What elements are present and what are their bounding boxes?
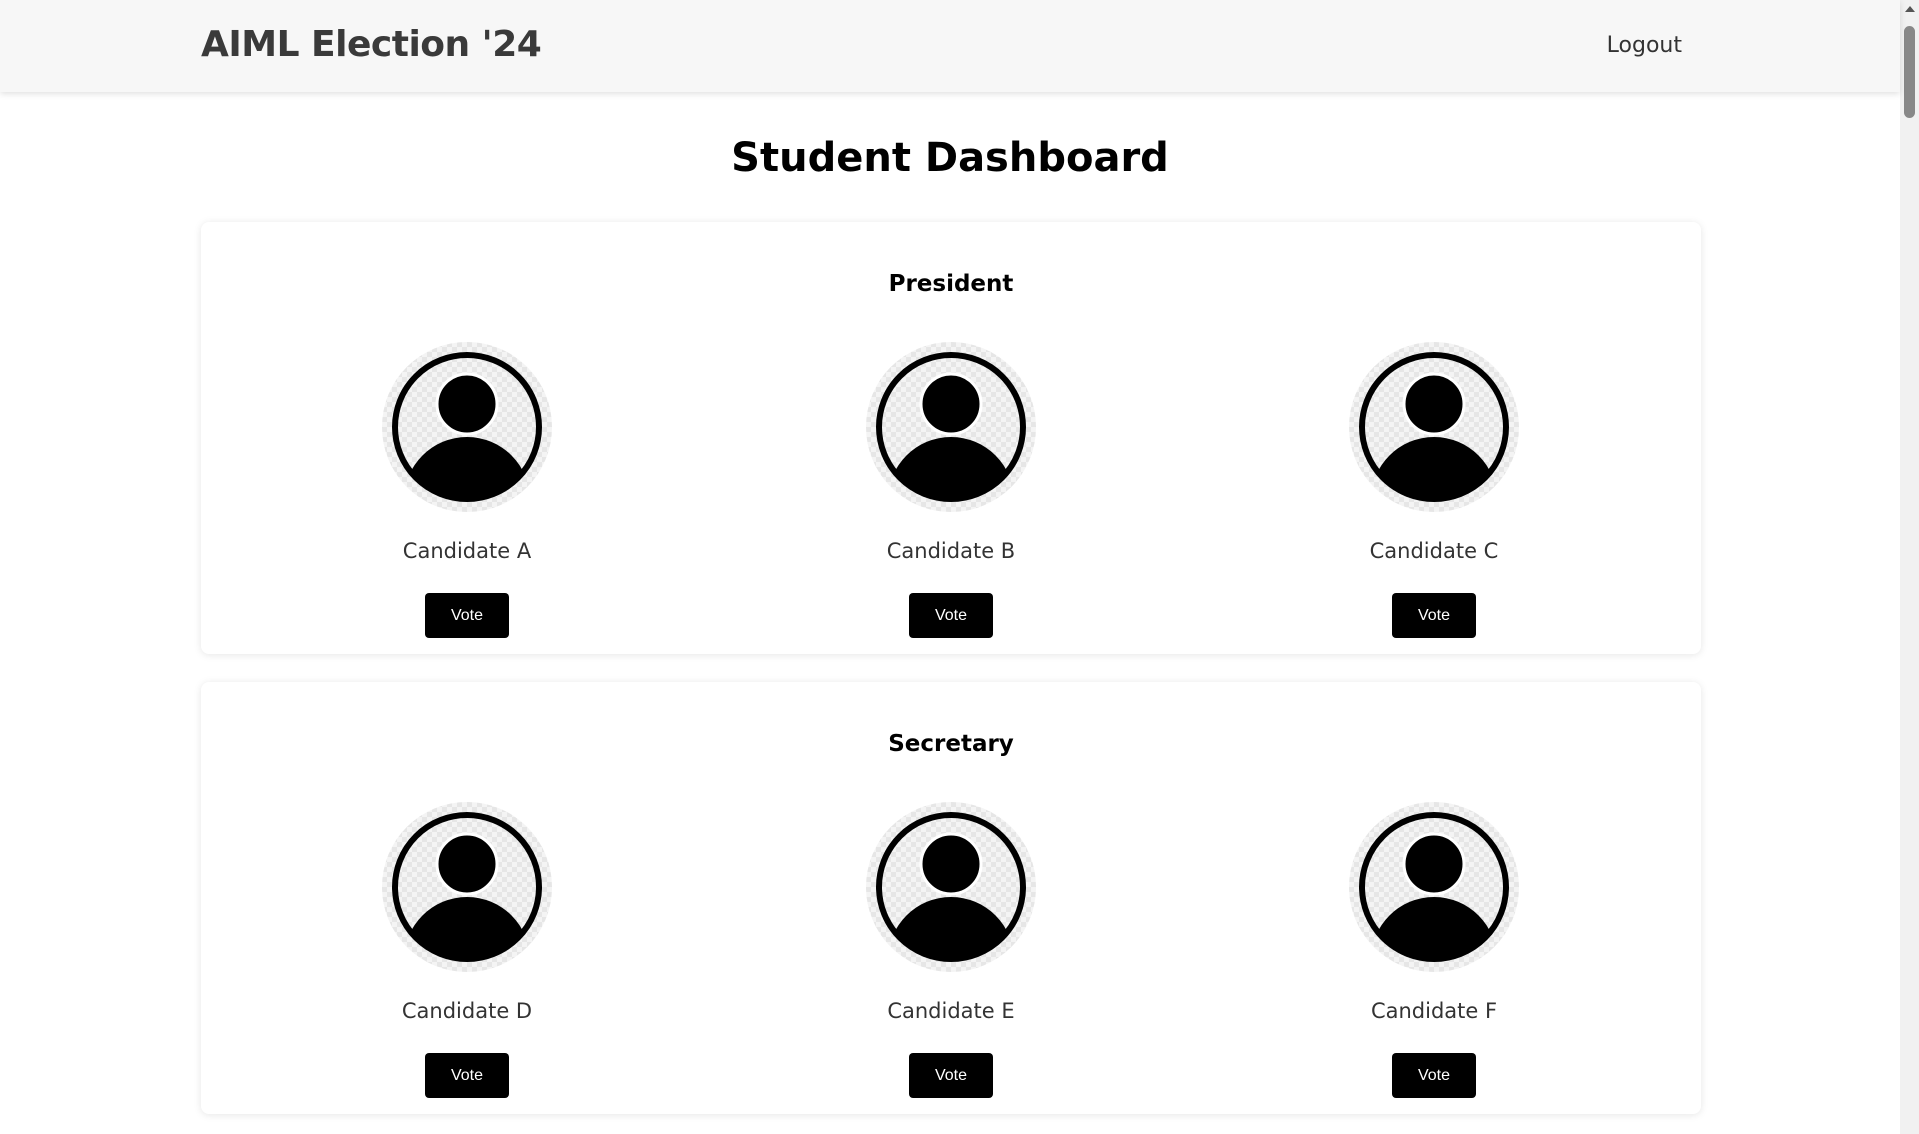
- candidate-card: Candidate A Vote: [317, 342, 617, 642]
- navbar: AIML Election '24 Logout: [0, 0, 1900, 92]
- candidate-name: Candidate B: [886, 539, 1016, 563]
- vote-button[interactable]: Vote: [909, 593, 993, 638]
- vote-button[interactable]: Vote: [1392, 593, 1476, 638]
- scrollbar-thumb[interactable]: [1904, 26, 1915, 118]
- user-avatar-icon: [1359, 812, 1509, 962]
- candidate-name: Candidate E: [887, 999, 1015, 1023]
- candidate-name: Candidate D: [401, 999, 533, 1023]
- vote-button[interactable]: Vote: [425, 1053, 509, 1098]
- user-avatar-icon: [876, 812, 1026, 962]
- brand-title[interactable]: AIML Election '24: [201, 24, 542, 65]
- section-president: President Candidate A Vote Candidate B V…: [201, 222, 1701, 654]
- candidate-card: Candidate E Vote: [801, 802, 1101, 1102]
- user-avatar-icon: [1359, 352, 1509, 502]
- scroll-up-arrow-icon[interactable]: [1905, 6, 1915, 12]
- avatar: [1349, 342, 1519, 512]
- vertical-scrollbar[interactable]: [1900, 0, 1919, 1134]
- candidate-card: Candidate D Vote: [317, 802, 617, 1102]
- avatar: [382, 802, 552, 972]
- user-avatar-icon: [392, 812, 542, 962]
- candidate-name: Candidate C: [1369, 539, 1499, 563]
- avatar: [866, 342, 1036, 512]
- user-avatar-icon: [392, 352, 542, 502]
- vote-button[interactable]: Vote: [1392, 1053, 1476, 1098]
- avatar: [382, 342, 552, 512]
- candidate-card: Candidate F Vote: [1284, 802, 1584, 1102]
- vote-button[interactable]: Vote: [909, 1053, 993, 1098]
- user-avatar-icon: [876, 352, 1026, 502]
- candidate-name: Candidate F: [1370, 999, 1498, 1023]
- page-title: Student Dashboard: [731, 135, 1169, 181]
- candidate-name: Candidate A: [402, 539, 532, 563]
- avatar: [1349, 802, 1519, 972]
- section-title: Secretary: [888, 731, 1014, 757]
- section-secretary: Secretary Candidate D Vote Candidate E V…: [201, 682, 1701, 1114]
- avatar: [866, 802, 1036, 972]
- section-title: President: [888, 271, 1014, 297]
- vote-button[interactable]: Vote: [425, 593, 509, 638]
- logout-link[interactable]: Logout: [1607, 33, 1682, 58]
- candidate-card: Candidate C Vote: [1284, 342, 1584, 642]
- candidate-card: Candidate B Vote: [801, 342, 1101, 642]
